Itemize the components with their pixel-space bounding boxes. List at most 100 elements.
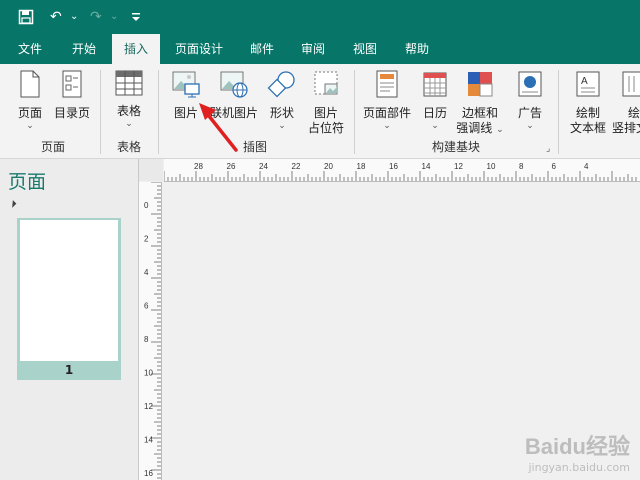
tab-home[interactable]: 开始 xyxy=(58,34,110,64)
watermark-brand: Baidu经验 xyxy=(524,434,630,459)
borders-label-2: 强调线 xyxy=(456,121,493,135)
ruler-h-label: 26 xyxy=(227,162,236,171)
chevron-down-icon: ⌄ xyxy=(526,121,534,131)
ruler-v-label: 8 xyxy=(144,335,149,344)
pages-pane-title: 页面 xyxy=(8,171,47,193)
group-label-illustrations: 插图 xyxy=(242,140,267,154)
calendar-button[interactable]: 日历 ⌄ xyxy=(418,68,452,131)
page-parts-icon xyxy=(376,70,398,98)
page-button[interactable]: 页面 ⌄ xyxy=(12,68,48,131)
table-button[interactable]: 表格 ⌄ xyxy=(110,68,148,129)
pages-pane: 页面 1 xyxy=(0,159,139,480)
customize-icon[interactable] xyxy=(131,0,141,34)
ruler-v-label: 2 xyxy=(144,235,149,244)
ruler-v-label: 14 xyxy=(144,436,153,445)
title-bar: ↶ ⌄ ↷ ⌄ xyxy=(0,0,640,34)
horizontal-ruler[interactable]: 28 26 24 22 20 18 16 14 12 10 8 6 4 xyxy=(164,159,640,182)
ruler-h-label: 18 xyxy=(357,162,366,171)
toc-icon xyxy=(62,70,82,98)
tab-review[interactable]: 审阅 xyxy=(290,34,336,64)
dialog-launcher-icon[interactable]: ⌟ xyxy=(546,144,550,154)
group-divider xyxy=(354,70,355,154)
chevron-down-icon: ⌄ xyxy=(278,121,286,131)
page-thumbnail-preview xyxy=(20,220,118,361)
group-label-table: 表格 xyxy=(116,140,141,154)
collapse-triangle-icon[interactable] xyxy=(8,200,17,208)
shapes-icon xyxy=(267,71,295,98)
group-divider xyxy=(100,70,101,154)
ruler-h-label: 16 xyxy=(389,162,398,171)
chevron-down-icon: ⌄ xyxy=(383,121,391,131)
shapes-button-label: 形状 xyxy=(269,106,294,120)
page-parts-button[interactable]: 页面部件 ⌄ xyxy=(360,68,414,131)
toc-button-label: 目录页 xyxy=(53,106,90,120)
undo-icon[interactable]: ↶ xyxy=(50,0,62,34)
ruler-v-label: 4 xyxy=(144,268,149,277)
vertical-textbox-icon xyxy=(622,71,640,97)
vertical-textbox-button[interactable]: 绘 竖排文 xyxy=(612,68,640,136)
draw-textbox-button[interactable]: A 绘制 文本框 xyxy=(566,68,610,136)
tab-help[interactable]: 帮助 xyxy=(394,34,440,64)
picture-icon xyxy=(172,71,200,98)
chevron-down-icon: ⌄ xyxy=(496,125,504,135)
annotation-arrow xyxy=(199,103,238,152)
textbox-icon: A xyxy=(576,71,600,97)
table-button-label: 表格 xyxy=(116,104,141,118)
chevron-down-icon: ⌄ xyxy=(125,119,133,129)
vertical-textbox-label-2: 竖排文 xyxy=(612,121,640,135)
ads-button[interactable]: 广告 ⌄ xyxy=(512,68,548,131)
group-divider xyxy=(558,70,559,154)
watermark-url: jingyan.baidu.com xyxy=(528,461,630,474)
picture-placeholder-label-1: 图片 xyxy=(313,106,338,120)
ads-icon xyxy=(518,71,542,97)
calendar-label: 日历 xyxy=(422,106,447,120)
group-label-building-blocks: 构建基块 xyxy=(431,140,480,154)
vertical-ruler[interactable]: 0 2 4 6 8 10 12 14 16 xyxy=(139,182,162,480)
chevron-down-icon: ⌄ xyxy=(431,121,439,131)
ruler-h-label: 28 xyxy=(194,162,203,171)
ruler-h-label: 24 xyxy=(259,162,268,171)
menu-bar: 文件 开始 插入 页面设计 邮件 审阅 视图 帮助 xyxy=(0,34,640,64)
chevron-down-icon: ⌄ xyxy=(26,121,34,131)
group-divider xyxy=(158,70,159,154)
draw-textbox-label-1: 绘制 xyxy=(575,106,600,120)
shapes-button[interactable]: 形状 ⌄ xyxy=(264,68,300,131)
redo-icon: ↷ xyxy=(90,9,102,25)
ruler-h-label: 22 xyxy=(292,162,301,171)
ruler-v-label: 12 xyxy=(144,402,153,411)
borders-accents-button[interactable]: 边框和 强调线 ⌄ xyxy=(456,68,504,136)
ads-label: 广告 xyxy=(517,106,542,120)
page-thumbnail[interactable]: 1 xyxy=(17,218,121,380)
ruler-h-label: 20 xyxy=(324,162,333,171)
watermark: Baidu经验 jingyan.baidu.com xyxy=(525,429,630,474)
calendar-icon xyxy=(423,72,447,97)
picture-placeholder-button[interactable]: 图片 占位符 xyxy=(304,68,348,136)
ruler-h-label: 6 xyxy=(552,162,557,171)
undo-dropdown[interactable]: ⌄ xyxy=(70,0,78,34)
ruler-h-label: 14 xyxy=(422,162,431,171)
tab-view[interactable]: 视图 xyxy=(342,34,388,64)
group-label-pages: 页面 xyxy=(40,140,65,154)
tab-file[interactable]: 文件 xyxy=(2,34,58,64)
ruler-h-label: 10 xyxy=(487,162,496,171)
redo-dropdown: ⌄ xyxy=(110,11,119,22)
svg-text:A: A xyxy=(581,76,588,87)
borders-label-1: 边框和 xyxy=(461,106,498,120)
tab-insert[interactable]: 插入 xyxy=(112,34,160,64)
ruler-v-label: 10 xyxy=(144,369,153,378)
ruler-v-label: 6 xyxy=(144,302,149,311)
tab-page-design[interactable]: 页面设计 xyxy=(164,34,234,64)
picture-placeholder-icon xyxy=(314,71,338,95)
picture-placeholder-label-2: 占位符 xyxy=(307,121,344,135)
online-picture-icon xyxy=(220,71,248,98)
ruler-h-label: 8 xyxy=(519,162,524,171)
page-icon xyxy=(20,70,40,98)
table-icon xyxy=(115,70,143,96)
save-icon[interactable] xyxy=(18,0,34,34)
ruler-v-label: 0 xyxy=(144,201,149,210)
toc-button[interactable]: 目录页 xyxy=(50,68,94,121)
ruler-h-label: 4 xyxy=(584,162,589,171)
tab-mailings[interactable]: 邮件 xyxy=(240,34,284,64)
page-button-label: 页面 xyxy=(17,106,42,120)
ruler-v-label: 16 xyxy=(144,469,153,478)
